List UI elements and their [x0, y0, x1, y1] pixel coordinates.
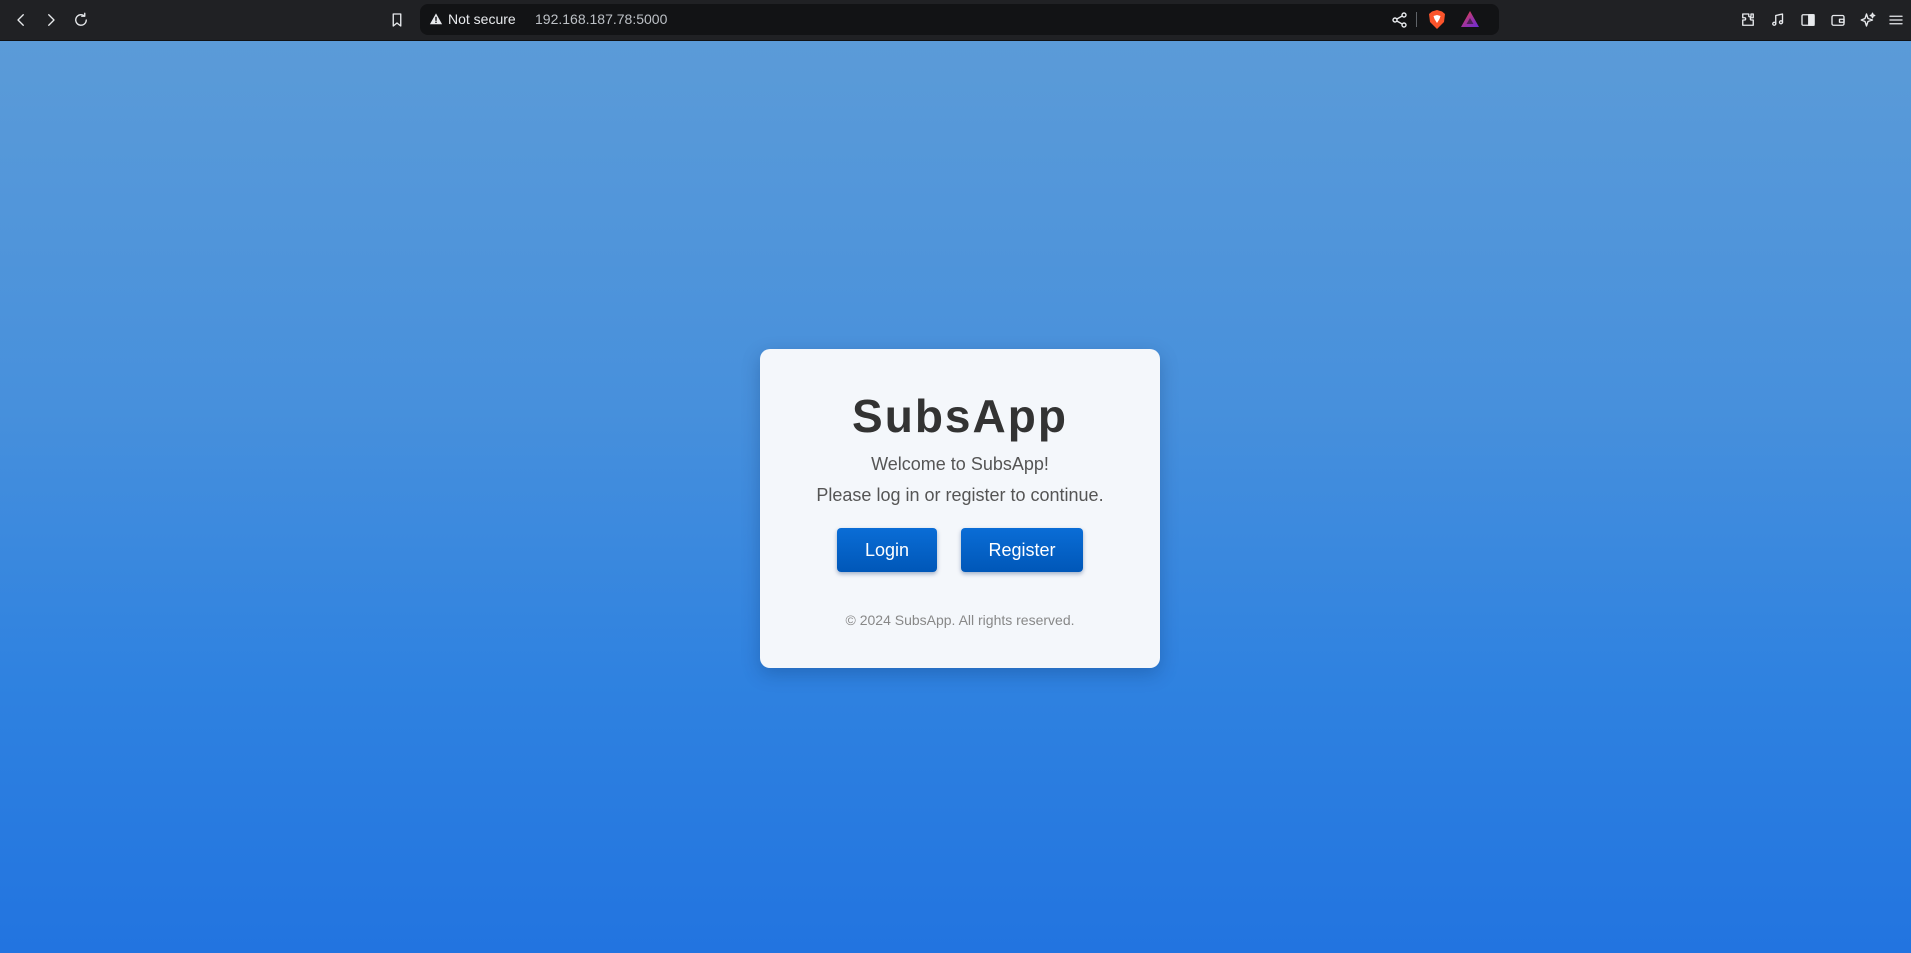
media-icon[interactable] — [1766, 8, 1790, 32]
back-icon[interactable] — [9, 8, 33, 32]
reload-icon[interactable] — [69, 8, 93, 32]
share-icon[interactable] — [1390, 10, 1410, 30]
menu-icon[interactable] — [1884, 8, 1908, 32]
warning-icon[interactable] — [429, 12, 443, 26]
sidebar-icon[interactable] — [1796, 8, 1820, 32]
welcome-card: SubsApp Welcome to SubsApp! Please log i… — [760, 349, 1160, 668]
omnibox-divider — [1416, 12, 1417, 27]
wallet-icon[interactable] — [1826, 8, 1850, 32]
copyright-footer: © 2024 SubsApp. All rights reserved. — [845, 612, 1075, 628]
app-title: SubsApp — [852, 390, 1068, 442]
login-button[interactable]: Login — [837, 528, 937, 572]
url-text[interactable]: 192.168.187.78:5000 — [535, 11, 667, 27]
extensions-icon[interactable] — [1736, 8, 1760, 32]
bookmark-icon[interactable] — [385, 8, 409, 32]
forward-icon[interactable] — [39, 8, 63, 32]
address-bar[interactable]: Not secure 192.168.187.78:5000 — [420, 4, 1499, 35]
page-background: SubsApp Welcome to SubsApp! Please log i… — [0, 41, 1911, 953]
welcome-text: Welcome to SubsApp! — [871, 454, 1049, 474]
brave-shields-icon[interactable] — [1427, 9, 1447, 30]
register-button[interactable]: Register — [961, 528, 1083, 572]
prompt-text: Please log in or register to continue. — [816, 485, 1104, 505]
brave-rewards-icon[interactable] — [1460, 10, 1480, 28]
security-label[interactable]: Not secure — [448, 11, 516, 27]
leo-ai-icon[interactable] — [1856, 8, 1880, 32]
browser-toolbar: Not secure 192.168.187.78:5000 — [0, 0, 1911, 41]
